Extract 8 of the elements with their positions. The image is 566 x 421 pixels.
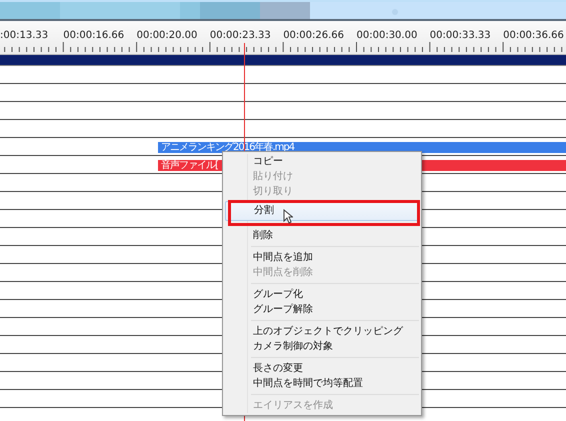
time-label: 00:00:20.00 <box>136 30 198 41</box>
time-label: 00:00:23.33 <box>210 30 271 41</box>
time-label: 00:00:36.66 <box>503 30 564 41</box>
time-label: 00:00:16.66 <box>63 30 124 41</box>
time-label: 00:00:26.66 <box>283 30 344 41</box>
time-label: 00:00:33.33 <box>430 30 491 41</box>
time-label: 00:00:30.00 <box>356 30 418 41</box>
time-label: :00:13.33 <box>0 30 48 41</box>
